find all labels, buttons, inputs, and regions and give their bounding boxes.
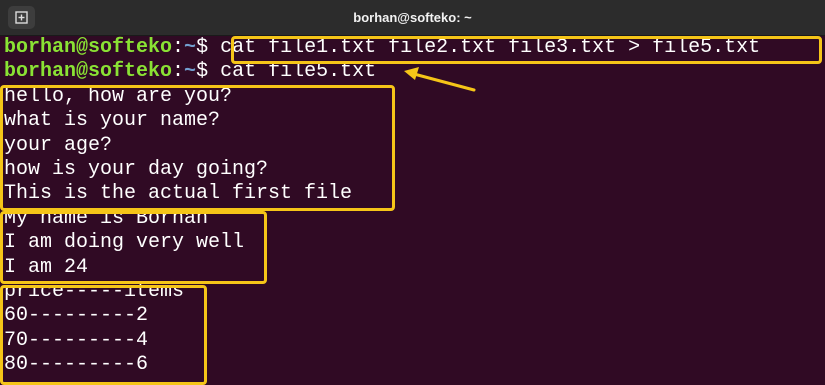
prompt-separator: : — [172, 36, 185, 59]
prompt-user-host: borhan@softeko — [4, 60, 173, 84]
command-highlight-box — [231, 36, 822, 64]
terminal-window: borhan@softeko: ~ borhan@softeko:~$ cat … — [0, 0, 825, 385]
arrow-left-icon — [404, 67, 476, 92]
prompt-separator: : — [172, 60, 185, 84]
file3-content-highlight-box — [0, 285, 207, 385]
file2-content-highlight-box — [0, 211, 267, 284]
window-title: borhan@softeko: ~ — [353, 10, 472, 25]
prompt-path: ~ — [184, 36, 197, 59]
prompt-symbol: $ — [196, 60, 221, 84]
file1-content-highlight-box — [0, 85, 395, 211]
title-bar: borhan@softeko: ~ — [0, 0, 825, 36]
prompt-path: ~ — [184, 60, 197, 84]
prompt-symbol: $ — [196, 36, 221, 59]
prompt-user-host: borhan@softeko — [4, 36, 173, 59]
